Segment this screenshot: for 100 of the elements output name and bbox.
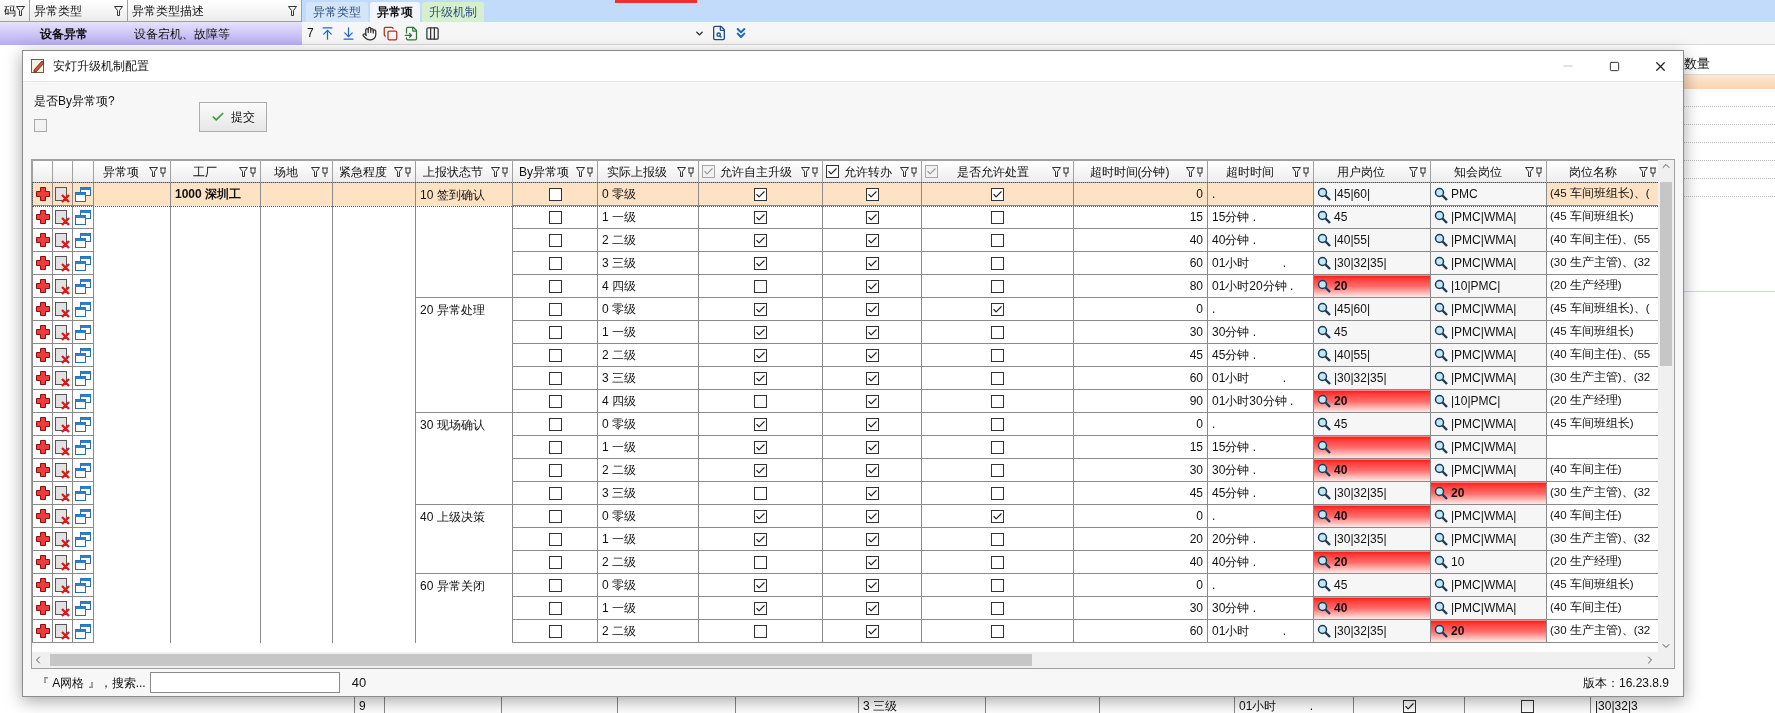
window-icon[interactable]: [75, 416, 91, 432]
checkbox[interactable]: [548, 464, 562, 478]
import-icon[interactable]: [403, 25, 419, 41]
pin-icon[interactable]: [159, 166, 167, 177]
checkbox[interactable]: [548, 257, 562, 271]
lookup-field[interactable]: |PMC|WMA|: [1430, 320, 1547, 344]
window-icon[interactable]: [75, 462, 91, 478]
search-field[interactable]: [149, 672, 340, 693]
window-icon[interactable]: [75, 600, 91, 616]
search-icon[interactable]: [1434, 486, 1448, 500]
table-row[interactable]: 20 异常处理 0 零级 0 . |45|60| |PMC|WMA| (45 车间班组长)、(: [32, 297, 1658, 321]
search-icon[interactable]: [1434, 578, 1448, 592]
checkbox[interactable]: [865, 418, 879, 432]
tab[interactable]: 升级机制: [422, 2, 484, 22]
lookup-field[interactable]: |30|32|35|: [1313, 366, 1431, 390]
search-icon[interactable]: [1317, 371, 1331, 385]
search-icon[interactable]: [1434, 624, 1448, 638]
search-icon[interactable]: [1317, 210, 1331, 224]
lookup-field[interactable]: |30|32|35|: [1313, 251, 1431, 275]
lookup-field[interactable]: |PMC|WMA|: [1430, 251, 1547, 275]
lookup-field[interactable]: |30|32|35|: [1313, 619, 1431, 643]
checkbox[interactable]: [34, 119, 47, 133]
search-icon[interactable]: [1434, 256, 1448, 270]
add-icon[interactable]: [34, 508, 51, 524]
filter-icon[interactable]: [491, 166, 500, 177]
pin-icon[interactable]: [501, 166, 509, 177]
checkbox[interactable]: [826, 165, 839, 178]
filter-icon[interactable]: [1639, 166, 1648, 177]
checkbox[interactable]: [548, 510, 562, 524]
delete-icon[interactable]: [54, 576, 71, 594]
checkbox[interactable]: [754, 418, 767, 432]
pin-icon[interactable]: [404, 166, 412, 177]
filter-icon[interactable]: [1409, 166, 1418, 177]
window-icon[interactable]: [75, 324, 91, 340]
search-icon[interactable]: [1434, 279, 1448, 293]
checkbox[interactable]: [991, 464, 1004, 478]
delete-icon[interactable]: [54, 185, 71, 203]
table-row[interactable]: 1 一级 20 20分钟 . |30|32|35| |PMC|WMA| (30 生产主管)、(32: [32, 527, 1658, 551]
table-row[interactable]: 40 上级决策 0 零级 0 . 40 |PMC|WMA| (40 车间主任): [32, 504, 1658, 528]
search-icon[interactable]: [1317, 624, 1331, 638]
checkbox[interactable]: [548, 625, 562, 639]
checkbox[interactable]: [754, 372, 767, 386]
lookup-field[interactable]: |30|32|35|: [1313, 527, 1431, 551]
checkbox[interactable]: [865, 579, 879, 593]
checkbox[interactable]: [754, 487, 767, 501]
table-row[interactable]: 2 二级 30 30分钟 . 40 |PMC|WMA| (40 车间主任): [32, 458, 1658, 482]
checkbox[interactable]: [991, 234, 1004, 248]
checkbox[interactable]: [754, 510, 767, 524]
add-icon[interactable]: [34, 623, 51, 639]
search-icon[interactable]: [1317, 256, 1331, 270]
table-row[interactable]: 设备异常 设备宕机、故障等: [0, 22, 302, 45]
hand-icon[interactable]: [361, 25, 377, 41]
checkbox[interactable]: [548, 579, 562, 593]
checkbox[interactable]: [754, 303, 767, 317]
pin-icon[interactable]: [1649, 166, 1657, 177]
search-icon[interactable]: [1434, 302, 1448, 316]
checkbox[interactable]: [754, 395, 767, 409]
checkbox[interactable]: [991, 556, 1004, 570]
table-row[interactable]: 2 二级 60 01小时 . |30|32|35| 20 (30 生产主管)、(32: [32, 619, 1658, 643]
pin-icon[interactable]: [1196, 166, 1204, 177]
search-icon[interactable]: [1434, 509, 1448, 523]
add-icon[interactable]: [34, 186, 51, 202]
add-icon[interactable]: [34, 554, 51, 570]
search-icon[interactable]: [1434, 532, 1448, 546]
checkbox[interactable]: [548, 533, 562, 547]
search-icon[interactable]: [1434, 463, 1448, 477]
search-icon[interactable]: [1317, 325, 1331, 339]
filter-icon[interactable]: [288, 5, 297, 16]
lookup-field[interactable]: |45|60|: [1313, 297, 1431, 321]
pin-icon[interactable]: [1419, 166, 1427, 177]
search-icon[interactable]: [1317, 302, 1331, 316]
lookup-field[interactable]: 40: [1313, 596, 1431, 620]
checkbox[interactable]: [865, 510, 879, 524]
checkbox[interactable]: [754, 211, 767, 225]
search-icon[interactable]: [1434, 601, 1448, 615]
checkbox[interactable]: [754, 326, 767, 340]
checkbox[interactable]: [991, 326, 1004, 340]
checkbox[interactable]: [754, 579, 767, 593]
lookup-field[interactable]: |10|PMC|: [1430, 274, 1547, 298]
add-icon[interactable]: [34, 255, 51, 271]
lookup-field[interactable]: |PMC|WMA|: [1430, 596, 1547, 620]
checkbox[interactable]: [548, 418, 562, 432]
checkbox[interactable]: [865, 211, 879, 225]
search-icon[interactable]: [1434, 187, 1448, 201]
table-row[interactable]: 1 一级 15 15分钟 . |PMC|WMA|: [32, 435, 1658, 459]
pin-icon[interactable]: [249, 166, 257, 177]
delete-icon[interactable]: [54, 415, 71, 433]
pin-icon[interactable]: [1062, 166, 1070, 177]
lookup-field[interactable]: 40: [1313, 504, 1431, 528]
checkbox[interactable]: [865, 326, 879, 340]
add-icon[interactable]: [34, 347, 51, 363]
table-row[interactable]: 2 二级 40 40分钟 . 20 10 (20 生产经理): [32, 550, 1658, 574]
pin-icon[interactable]: [811, 166, 819, 177]
add-icon[interactable]: [34, 462, 51, 478]
window-icon[interactable]: [75, 393, 91, 409]
lookup-field[interactable]: PMC: [1430, 182, 1547, 206]
lookup-field[interactable]: |30|32|35|: [1313, 481, 1431, 505]
checkbox[interactable]: [991, 418, 1004, 432]
column-header[interactable]: 异常类型: [30, 0, 128, 21]
window-icon[interactable]: [75, 623, 91, 639]
